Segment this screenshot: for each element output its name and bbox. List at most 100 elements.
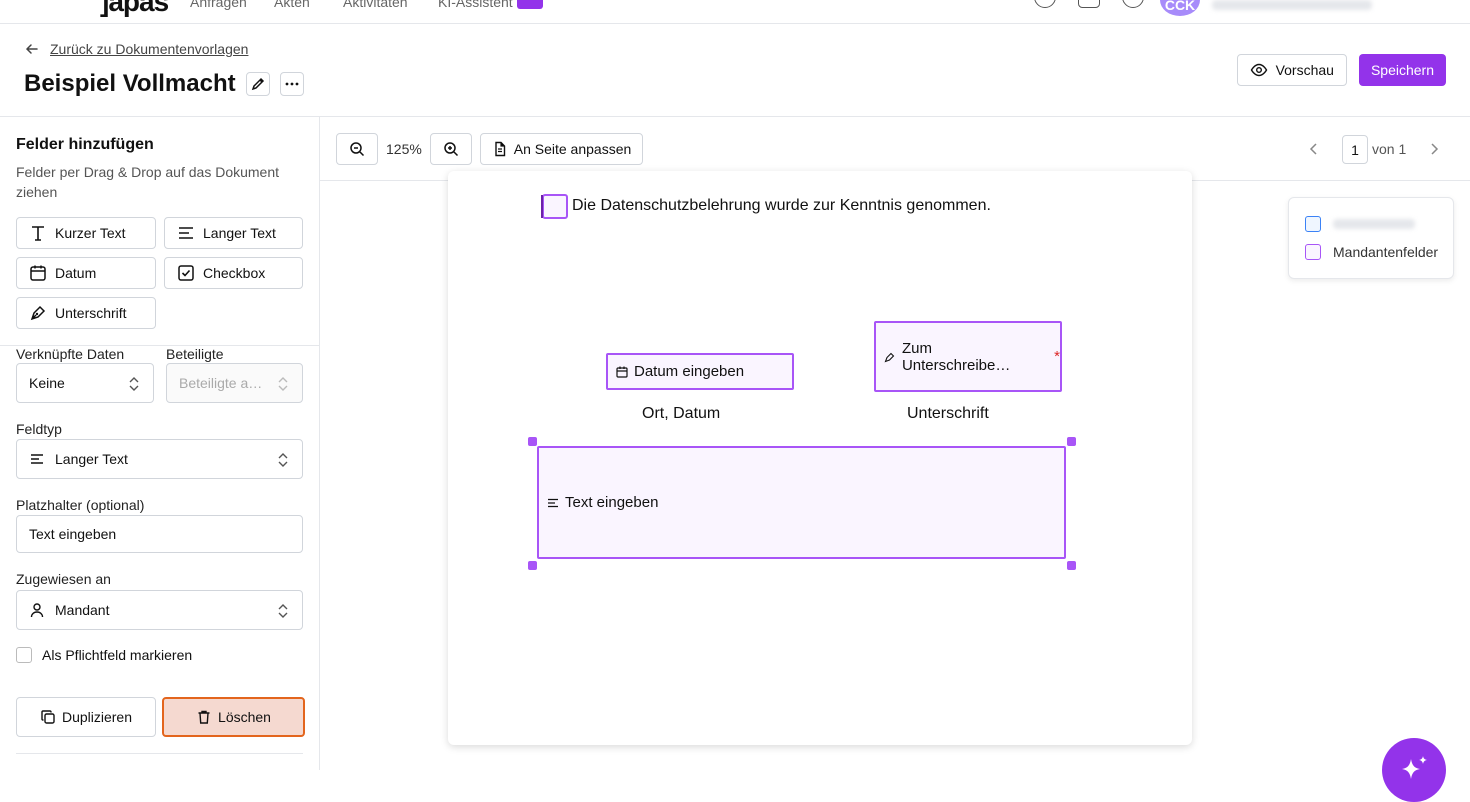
sidebar-title: Felder hinzufügen [16, 136, 154, 153]
field-signature-button[interactable]: Unterschrift [16, 297, 156, 329]
chevron-right-icon[interactable] [1427, 142, 1441, 156]
placeholder-input-value: Text eingeben [29, 526, 117, 542]
nav-item-anfragen[interactable]: Anfragen [190, 0, 247, 10]
field-checkbox-button[interactable]: Checkbox [164, 257, 303, 289]
chevron-left-icon[interactable] [1307, 142, 1321, 156]
calendar-icon [616, 366, 628, 378]
field-long-text-button[interactable]: Langer Text [164, 217, 303, 249]
user-icon [30, 603, 44, 618]
field-short-text-button[interactable]: Kurzer Text [16, 217, 156, 249]
sidebar-description: Felder per Drag & Drop auf das Dokument … [16, 164, 280, 200]
nav-item-ki-assistent[interactable]: KI-Assistent [438, 0, 543, 10]
eye-icon [1250, 63, 1267, 77]
page-total: von 1 [1372, 141, 1407, 157]
preview-button-label: Vorschau [1275, 62, 1334, 78]
align-left-icon [31, 454, 43, 464]
user-name-redacted [1212, 0, 1372, 10]
assigned-label: Zugewiesen an [16, 571, 111, 587]
required-asterisk: * [1054, 348, 1060, 365]
document-checkbox-text: Die Datenschutzbelehrung wurde zur Kennt… [572, 197, 991, 214]
bell-icon[interactable] [1078, 0, 1100, 8]
arrow-left-icon [25, 44, 38, 54]
participants-select[interactable]: Beteiligte a… [166, 363, 303, 403]
help-icon[interactable] [1034, 0, 1056, 8]
legend-label-mandantenfelder: Mandantenfelder [1333, 244, 1439, 260]
sparkle-icon [1402, 756, 1427, 779]
zoom-out-icon [350, 142, 365, 157]
placeholder-input[interactable]: Text eingeben [16, 515, 303, 553]
pen-nib-icon [884, 352, 895, 362]
new-badge [516, 0, 543, 10]
copy-icon [41, 710, 55, 724]
avatar[interactable]: CCK [1160, 0, 1200, 16]
back-link[interactable]: Zurück zu Dokumentenvorlagen [24, 41, 248, 57]
pen-nib-icon [30, 305, 46, 321]
nav-item-aktivitaeten[interactable]: Aktivitäten [343, 0, 408, 10]
legend-item-redacted [1305, 216, 1415, 232]
nav-item-akten[interactable]: Akten [274, 0, 310, 10]
required-checkbox[interactable] [16, 647, 32, 663]
resize-handle-top-left[interactable] [528, 437, 537, 446]
required-toggle[interactable]: Als Pflichtfeld markieren [16, 647, 192, 663]
signature-caption: Unterschrift [907, 405, 989, 422]
more-horizontal-icon [285, 82, 299, 86]
field-date-label: Datum [55, 265, 97, 281]
document-page: Die Datenschutzbelehrung wurde zur Kennt… [448, 171, 1192, 745]
field-sidebar: Felder hinzufügen Felder per Drag & Drop… [0, 117, 320, 770]
long-text-field-placeholder: Text eingeben [565, 494, 659, 511]
file-icon [495, 141, 505, 157]
zoom-in-button[interactable] [430, 133, 472, 165]
edit-title-button[interactable] [245, 72, 270, 96]
linked-data-select[interactable]: Keine [16, 363, 154, 403]
field-date-button[interactable]: Datum [16, 257, 156, 289]
date-field[interactable]: Datum eingeben [606, 353, 794, 390]
participants-label: Beteiligte [166, 346, 224, 362]
page-number-input[interactable]: 1 [1342, 135, 1368, 164]
back-link-label: Zurück zu Dokumentenvorlagen [50, 41, 249, 57]
chevron-up-down-icon [278, 377, 288, 391]
app-logo[interactable]: ]apas [100, 0, 169, 18]
legend-label-redacted [1333, 219, 1415, 229]
checkbox-icon [178, 265, 194, 281]
field-short-text-label: Kurzer Text [55, 225, 126, 241]
pencil-icon [251, 77, 264, 91]
required-label: Als Pflichtfeld markieren [42, 647, 193, 663]
preview-button[interactable]: Vorschau [1236, 54, 1347, 86]
signature-field-placeholder: Zum Unterschreibe… [901, 339, 1011, 374]
resize-handle-bottom-right[interactable] [1067, 561, 1076, 570]
fit-page-label: An Seite anpassen [513, 141, 632, 157]
page-title: Beispiel Vollmacht [24, 70, 236, 97]
title-row: Beispiel Vollmacht [24, 70, 304, 98]
assigned-select[interactable]: Mandant [16, 590, 303, 630]
resize-handle-bottom-left[interactable] [528, 561, 537, 570]
align-left-icon [548, 498, 558, 507]
field-checkbox-label: Checkbox [203, 265, 266, 281]
zoom-out-button[interactable] [336, 133, 378, 165]
field-long-text-label: Langer Text [203, 225, 276, 241]
linked-data-value: Keine [29, 375, 65, 391]
fieldtype-select[interactable]: Langer Text [16, 439, 303, 479]
text-t-icon [32, 226, 44, 241]
delete-button[interactable]: Löschen [162, 697, 305, 737]
fit-page-button[interactable]: An Seite anpassen [480, 133, 643, 165]
trash-icon [198, 710, 210, 724]
signature-field[interactable]: Zum Unterschreibe… * [874, 321, 1062, 392]
legend-item-mandantenfelder: Mandantenfelder [1305, 244, 1438, 260]
chevron-up-down-icon [278, 453, 288, 467]
duplicate-label: Duplizieren [61, 709, 133, 725]
sidebar-bottom-divider [16, 753, 303, 754]
field-legend: Mandantenfelder [1288, 197, 1454, 279]
linked-data-label: Verknüpfte Daten [16, 346, 125, 362]
long-text-field[interactable]: Text eingeben [537, 446, 1066, 559]
more-options-button[interactable] [279, 72, 304, 96]
save-button[interactable]: Speichern [1358, 54, 1446, 86]
legend-swatch-purple [1305, 244, 1321, 260]
zoom-in-icon [444, 142, 459, 157]
document-checkbox-field[interactable] [541, 194, 568, 219]
fieldtype-value: Langer Text [55, 451, 128, 467]
zoom-level: 125% [386, 141, 422, 157]
resize-handle-top-right[interactable] [1067, 437, 1076, 446]
ai-assistant-button[interactable] [1382, 738, 1446, 802]
gear-icon[interactable] [1122, 0, 1144, 8]
duplicate-button[interactable]: Duplizieren [16, 697, 156, 737]
